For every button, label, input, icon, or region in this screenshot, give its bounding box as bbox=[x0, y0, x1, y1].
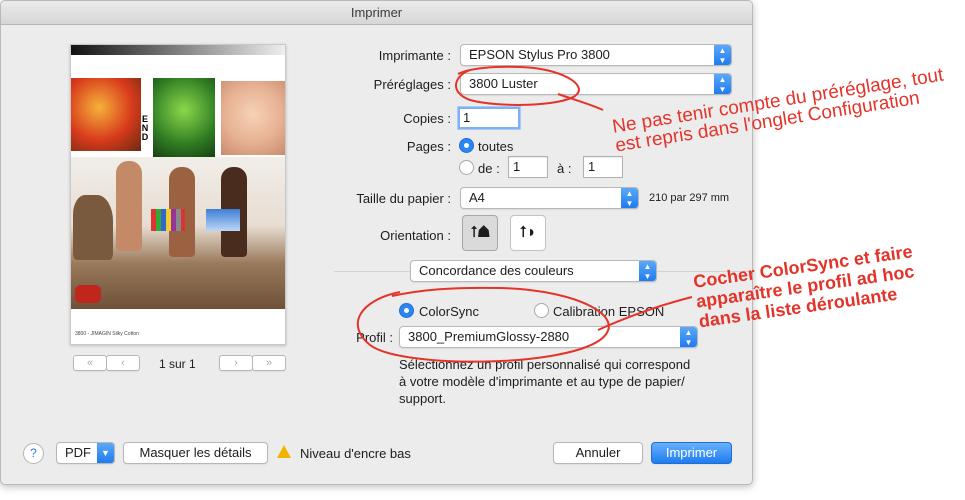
profile-highlight-ellipse bbox=[356, 286, 610, 363]
profile-pointer-line bbox=[597, 296, 693, 331]
presets-highlight-ellipse bbox=[455, 65, 580, 106]
annotation-markup bbox=[356, 65, 693, 363]
presets-pointer-line bbox=[557, 93, 604, 111]
